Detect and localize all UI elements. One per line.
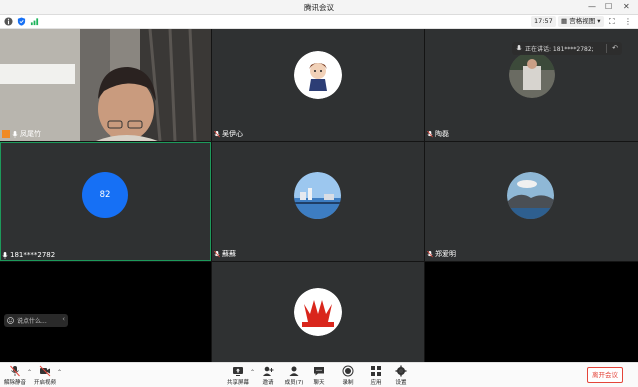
info-icon[interactable] — [4, 17, 13, 26]
settings-button[interactable]: 设置 — [386, 365, 416, 386]
camera-off-icon — [39, 365, 51, 377]
apps-label: 应用 — [370, 380, 382, 386]
chat-quick-input[interactable]: 说点什么... ‹ — [4, 314, 68, 327]
meeting-toolbar: 17:57 ▦ 宫格视图 ▾ ⛶ ⋮ — [0, 15, 638, 29]
participant-name-label: 凤尾竹 — [2, 129, 41, 139]
video-tile-1[interactable]: 凤尾竹 — [0, 29, 211, 141]
participant-name: 蘇蘇 — [222, 250, 236, 258]
collapse-icon[interactable]: ↶ — [612, 44, 618, 52]
emoji-icon[interactable] — [7, 317, 14, 324]
participant-name-label: 181****2782 — [2, 251, 55, 259]
unmute-label: 解除静音 — [3, 380, 26, 386]
more-icon[interactable]: ⋮ — [624, 17, 632, 26]
video-tile-2[interactable]: 吴伊心 — [212, 29, 424, 141]
members-label: 成员(7) — [284, 380, 304, 386]
share-screen-button[interactable]: 共享屏幕 — [223, 365, 253, 386]
mic-muted-icon — [10, 365, 20, 377]
cartoon-avatar — [294, 51, 342, 99]
chevron-down-icon: ▾ — [595, 17, 601, 25]
chat-label: 聊天 — [313, 380, 325, 386]
speaking-indicator[interactable]: 正在讲话: 181****2782; ↶ — [512, 42, 622, 55]
host-icon — [2, 130, 10, 138]
mic-muted-icon — [214, 130, 220, 137]
close-icon[interactable]: ✕ — [623, 2, 630, 11]
members-icon — [289, 366, 299, 376]
view-mode-button[interactable]: ▦ 宫格视图 ▾ — [558, 16, 604, 27]
chat-placeholder: 说点什么... — [17, 318, 47, 325]
chat-icon — [314, 367, 324, 376]
share-screen-icon — [233, 367, 243, 376]
leave-meeting-button[interactable]: 离开会议 — [587, 367, 623, 383]
participant-camera-feed — [0, 29, 211, 141]
view-mode-label: 宫格视图 — [569, 17, 596, 25]
initials-avatar: 82 — [82, 172, 128, 218]
record-icon — [342, 365, 354, 377]
video-tile-5[interactable]: 蘇蘇 — [212, 142, 424, 261]
divider — [606, 44, 607, 53]
record-button[interactable]: 录制 — [333, 365, 363, 386]
participant-name: 181****2782 — [10, 251, 56, 259]
participant-name-label: 吴伊心 — [214, 129, 243, 139]
mic-muted-icon — [427, 130, 433, 137]
signal-icon[interactable] — [30, 17, 39, 26]
participant-name: 凤尾竹 — [20, 130, 41, 138]
start-video-label: 开启视频 — [33, 380, 56, 386]
mic-icon — [2, 251, 8, 259]
mic-icon — [516, 45, 522, 51]
apps-icon — [371, 366, 381, 376]
mic-muted-icon — [214, 250, 220, 257]
participant-name-label: 陶磊 — [427, 129, 449, 139]
start-video-button[interactable]: 开启视频 — [30, 365, 60, 386]
invite-icon — [263, 366, 274, 376]
video-grid: 凤尾竹 吴伊心 陶磊 82 181****2782 蘇蘇 郑爱明 — [0, 29, 638, 362]
video-tile-8[interactable] — [212, 262, 424, 362]
mic-muted-icon — [427, 250, 433, 257]
video-tile-9 — [425, 262, 638, 362]
participant-name-label: 郑爱明 — [427, 249, 456, 259]
participant-name-label: 蘇蘇 — [214, 249, 236, 259]
minimize-icon[interactable]: — — [588, 2, 596, 11]
speaking-label: 正在讲话: 181****2782; — [525, 46, 594, 53]
mic-icon — [12, 130, 18, 138]
window-title: 腾讯会议 — [304, 3, 334, 12]
participant-name: 吴伊心 — [222, 130, 243, 138]
meeting-window: 腾讯会议 — ☐ ✕ 17:57 ▦ 宫格视图 ▾ ⛶ ⋮ 凤尾竹 吴伊心 陶磊… — [0, 0, 638, 387]
video-tile-7 — [0, 262, 211, 362]
fullscreen-icon[interactable]: ⛶ — [609, 17, 615, 27]
chevron-up-icon[interactable]: ⌃ — [57, 369, 62, 376]
shield-icon[interactable] — [17, 17, 26, 26]
unmute-button[interactable]: 解除静音 — [0, 365, 30, 386]
photo-avatar — [294, 172, 341, 219]
photo-avatar — [507, 172, 554, 219]
chat-button[interactable]: 聊天 — [304, 365, 334, 386]
grid-icon: ▦ — [561, 17, 570, 25]
meeting-timer: 17:57 — [531, 16, 556, 27]
participant-name: 陶磊 — [435, 130, 449, 138]
video-tile-6[interactable]: 郑爱明 — [425, 142, 638, 261]
logo-avatar — [294, 288, 342, 336]
settings-label: 设置 — [395, 380, 407, 386]
photo-avatar — [509, 52, 555, 98]
control-bar: 解除静音 ⌃ 开启视频 ⌃ 共享屏幕 ⌃ 邀请 成员(7) 聊天 录制 应用 设… — [0, 362, 638, 387]
chevron-left-icon[interactable]: ‹ — [62, 315, 65, 323]
maximize-icon[interactable]: ☐ — [605, 2, 612, 11]
invite-label: 邀请 — [262, 380, 274, 386]
gear-icon — [395, 365, 407, 377]
share-screen-label: 共享屏幕 — [226, 380, 249, 386]
video-tile-4[interactable]: 82 181****2782 — [0, 142, 211, 261]
participant-name: 郑爱明 — [435, 250, 456, 258]
record-label: 录制 — [342, 380, 354, 386]
title-bar: 腾讯会议 — ☐ ✕ — [0, 0, 638, 15]
